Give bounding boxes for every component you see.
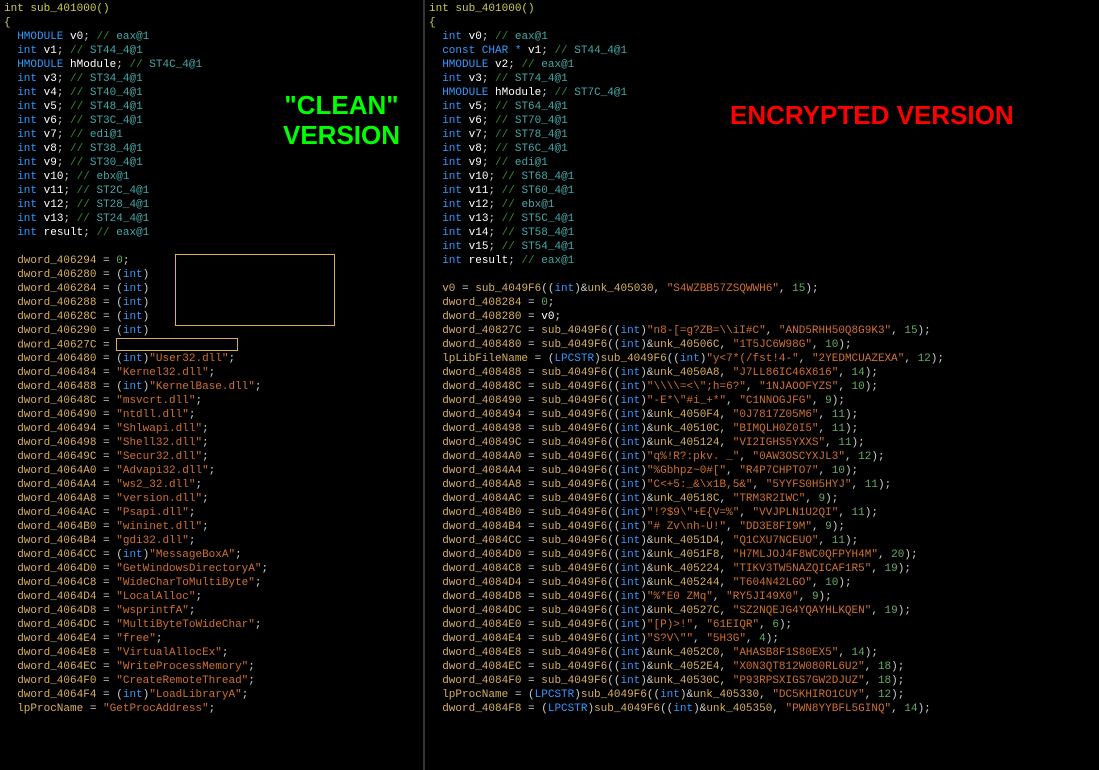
var-decl: int v9; // edi@1 xyxy=(429,156,1095,170)
clean-version-label: "CLEAN" VERSION xyxy=(260,90,423,150)
assignment-line: dword_4064A4 = "ws2_32.dll"; xyxy=(4,478,419,492)
var-decl: int v8; // ST6C_4@1 xyxy=(429,142,1095,156)
assignment-line: dword_406480 = (int)"User32.dll"; xyxy=(4,352,419,366)
var-decl: int v3; // ST74_4@1 xyxy=(429,72,1095,86)
assignment-line: dword_406290 = (int) xyxy=(4,324,419,338)
var-decl: int result; // eax@1 xyxy=(4,226,419,240)
var-decl: HMODULE v2; // eax@1 xyxy=(429,58,1095,72)
var-decl: int v15; // ST54_4@1 xyxy=(429,240,1095,254)
assignment-line: dword_406484 = "Kernel32.dll"; xyxy=(4,366,419,380)
var-decl: HMODULE hModule; // ST4C_4@1 xyxy=(4,58,419,72)
assignment-line: dword_4084F0 = sub_4049F6((int)&unk_4053… xyxy=(429,674,1095,688)
func-signature: int sub_401000() xyxy=(429,2,1095,16)
assignment-line: dword_408488 = sub_4049F6((int)&unk_4050… xyxy=(429,366,1095,380)
assignment-line: dword_4064D8 = "wsprintfA"; xyxy=(4,604,419,618)
assignment-line: dword_40827C = sub_4049F6((int)"n8-[=g?Z… xyxy=(429,324,1095,338)
assignment-line: dword_4084DC = sub_4049F6((int)&unk_4052… xyxy=(429,604,1095,618)
assignment-line: dword_4064E8 = "VirtualAllocEx"; xyxy=(4,646,419,660)
redacted-block xyxy=(116,338,238,351)
var-decl: int v0; // eax@1 xyxy=(429,30,1095,44)
assignment-line: dword_4084B4 = sub_4049F6((int)"# Zv\nh-… xyxy=(429,520,1095,534)
blank-line xyxy=(429,268,1095,282)
assignment-line: dword_4084A0 = sub_4049F6((int)"q%!R?:pk… xyxy=(429,450,1095,464)
assignment-line: dword_408284 = 0; xyxy=(429,296,1095,310)
assignment-line: dword_40627C = xyxy=(4,338,419,352)
open-brace: { xyxy=(4,16,419,30)
assignment-line: dword_4084D4 = sub_4049F6((int)&unk_4052… xyxy=(429,576,1095,590)
var-decl: int v9; // ST30_4@1 xyxy=(4,156,419,170)
var-decl: int v12; // ebx@1 xyxy=(429,198,1095,212)
split-panes: int sub_401000(){ HMODULE v0; // eax@1 i… xyxy=(0,0,1099,770)
var-decl: int v10; // ST68_4@1 xyxy=(429,170,1095,184)
var-decl: int result; // eax@1 xyxy=(429,254,1095,268)
var-decl: int v12; // ST28_4@1 xyxy=(4,198,419,212)
assignment-line: dword_40648C = "msvcrt.dll"; xyxy=(4,394,419,408)
assignment-line: dword_40848C = sub_4049F6((int)"\\\\=<\"… xyxy=(429,380,1095,394)
redacted-block xyxy=(175,254,335,326)
assignment-line: lpProcName = "GetProcAddress"; xyxy=(4,702,419,716)
var-decl: int v11; // ST60_4@1 xyxy=(429,184,1095,198)
open-brace: { xyxy=(429,16,1095,30)
var-decl: const CHAR * v1; // ST44_4@1 xyxy=(429,44,1095,58)
assignment-line: dword_408490 = sub_4049F6((int)"-E*\"#i_… xyxy=(429,394,1095,408)
assignment-line: dword_4064F4 = (int)"LoadLibraryA"; xyxy=(4,688,419,702)
var-decl: int v14; // ST58_4@1 xyxy=(429,226,1095,240)
assignment-line: dword_4084A4 = sub_4049F6((int)"%Gbhpz~0… xyxy=(429,464,1095,478)
assignment-line: dword_4064EC = "WriteProcessMemory"; xyxy=(4,660,419,674)
assignment-line: dword_4084D8 = sub_4049F6((int)"%*E0 ZMq… xyxy=(429,590,1095,604)
assignment-line: dword_4064AC = "Psapi.dll"; xyxy=(4,506,419,520)
assignment-line: dword_406498 = "Shell32.dll"; xyxy=(4,436,419,450)
blank-line xyxy=(4,240,419,254)
assignment-line: dword_4064D0 = "GetWindowsDirectoryA"; xyxy=(4,562,419,576)
assignment-line: lpProcName = (LPCSTR)sub_4049F6((int)&un… xyxy=(429,688,1095,702)
assignment-line: dword_4064A0 = "Advapi32.dll"; xyxy=(4,464,419,478)
left-pane-clean: int sub_401000(){ HMODULE v0; // eax@1 i… xyxy=(0,0,425,770)
assignment-line: dword_4064A8 = "version.dll"; xyxy=(4,492,419,506)
assignment-line: lpLibFileName = (LPCSTR)sub_4049F6((int)… xyxy=(429,352,1095,366)
assignment-line: dword_4084E0 = sub_4049F6((int)"[P)>!", … xyxy=(429,618,1095,632)
assignment-line: dword_4084AC = sub_4049F6((int)&unk_4051… xyxy=(429,492,1095,506)
assignment-line: dword_406488 = (int)"KernelBase.dll"; xyxy=(4,380,419,394)
assignment-line: dword_4064E4 = "free"; xyxy=(4,632,419,646)
encrypted-version-label: ENCRYPTED VERSION xyxy=(730,100,1014,130)
assignment-line: dword_4064D4 = "LocalAlloc"; xyxy=(4,590,419,604)
assignment-line: dword_4064F0 = "CreateRemoteThread"; xyxy=(4,674,419,688)
assignment-line: dword_4084D0 = sub_4049F6((int)&unk_4051… xyxy=(429,548,1095,562)
var-decl: int v11; // ST2C_4@1 xyxy=(4,184,419,198)
assignment-line: dword_40649C = "Secur32.dll"; xyxy=(4,450,419,464)
var-decl: int v10; // ebx@1 xyxy=(4,170,419,184)
var-decl: int v13; // ST24_4@1 xyxy=(4,212,419,226)
assignment-line: dword_4084E8 = sub_4049F6((int)&unk_4052… xyxy=(429,646,1095,660)
assignment-line: dword_4084EC = sub_4049F6((int)&unk_4052… xyxy=(429,660,1095,674)
assignment-line: dword_408498 = sub_4049F6((int)&unk_4051… xyxy=(429,422,1095,436)
assignment-line: dword_4064B4 = "gdi32.dll"; xyxy=(4,534,419,548)
assignment-line: dword_4084CC = sub_4049F6((int)&unk_4051… xyxy=(429,534,1095,548)
assignment-line: dword_4084B0 = sub_4049F6((int)"!?$9\"+E… xyxy=(429,506,1095,520)
var-decl: int v1; // ST44_4@1 xyxy=(4,44,419,58)
var-decl: HMODULE v0; // eax@1 xyxy=(4,30,419,44)
var-decl: HMODULE hModule; // ST7C_4@1 xyxy=(429,86,1095,100)
var-decl: int v3; // ST34_4@1 xyxy=(4,72,419,86)
var-decl: int v7; // ST78_4@1 xyxy=(429,128,1095,142)
assignment-line: dword_4064B0 = "wininet.dll"; xyxy=(4,520,419,534)
assignment-line: dword_4064DC = "MultiByteToWideChar"; xyxy=(4,618,419,632)
assignment-line: dword_4084A8 = sub_4049F6((int)"C<+5:_&\… xyxy=(429,478,1095,492)
assignment-line: dword_4084C8 = sub_4049F6((int)&unk_4052… xyxy=(429,562,1095,576)
assignment-line: dword_4064C8 = "WideCharToMultiByte"; xyxy=(4,576,419,590)
assignment-line: dword_4084F8 = (LPCSTR)sub_4049F6((int)&… xyxy=(429,702,1095,716)
assignment-line: dword_406490 = "ntdll.dll"; xyxy=(4,408,419,422)
assignment-line: dword_408280 = v0; xyxy=(429,310,1095,324)
func-signature: int sub_401000() xyxy=(4,2,419,16)
assignment-line: dword_40849C = sub_4049F6((int)&unk_4051… xyxy=(429,436,1095,450)
assignment-line: dword_406494 = "Shlwapi.dll"; xyxy=(4,422,419,436)
var-decl: int v13; // ST5C_4@1 xyxy=(429,212,1095,226)
assignment-line: v0 = sub_4049F6((int)&unk_405030, "S4WZB… xyxy=(429,282,1095,296)
assignment-line: dword_4084E4 = sub_4049F6((int)"S?V\"", … xyxy=(429,632,1095,646)
right-pane-encrypted: int sub_401000(){ int v0; // eax@1 const… xyxy=(425,0,1099,770)
assignment-line: dword_408494 = sub_4049F6((int)&unk_4050… xyxy=(429,408,1095,422)
assignment-line: dword_408480 = sub_4049F6((int)&unk_4050… xyxy=(429,338,1095,352)
assignment-line: dword_4064CC = (int)"MessageBoxA"; xyxy=(4,548,419,562)
